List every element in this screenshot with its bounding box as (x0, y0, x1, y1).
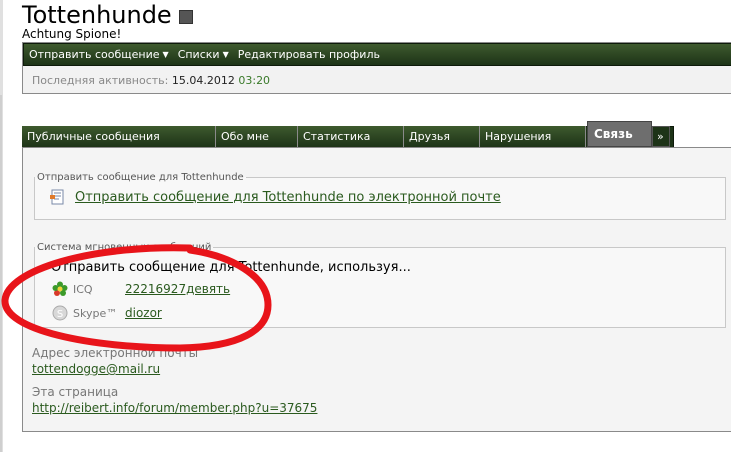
red-annotation-ellipse (1, 244, 272, 352)
